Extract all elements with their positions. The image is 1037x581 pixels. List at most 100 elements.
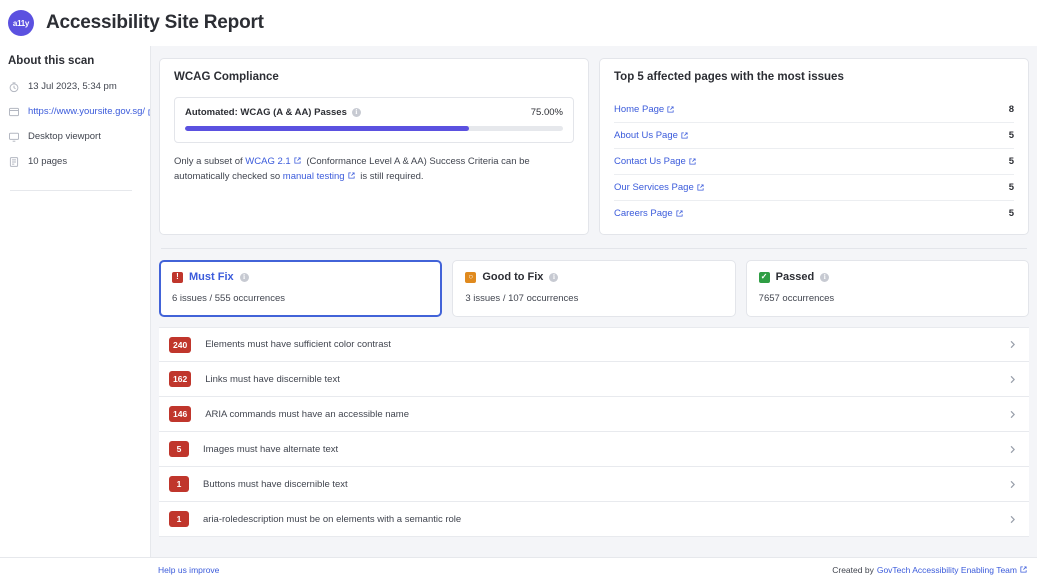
scan-item-date: 13 Jul 2023, 5:34 pm — [8, 81, 140, 93]
issue-row[interactable]: 146 ARIA commands must have an accessible… — [159, 397, 1029, 432]
issue-row[interactable]: 1 Buttons must have discernible text — [159, 467, 1029, 502]
summary-cards-row: WCAG Compliance Automated: WCAG (A & AA)… — [159, 58, 1029, 235]
tab-label: Passed — [775, 271, 815, 283]
wcag-note: Only a subset of WCAG 2.1 (Conformance L… — [174, 154, 574, 184]
scan-item-url[interactable]: https://www.yoursite.gov.sg/ — [8, 106, 155, 118]
logo-text: a11y — [12, 18, 30, 28]
external-link-icon — [676, 210, 683, 217]
app-footer: Help us improve Created by GovTech Acces… — [0, 557, 1037, 581]
chevron-right-icon[interactable] — [1008, 340, 1017, 349]
table-row: Our Services Page 5 — [614, 175, 1014, 201]
wcag-progress-track — [185, 126, 563, 131]
page-link-label: Careers Page — [614, 208, 673, 219]
page-issue-count: 5 — [1008, 130, 1014, 141]
top-pages-card-title: Top 5 affected pages with the most issue… — [614, 71, 844, 83]
issues-list: 240 Elements must have sufficient color c… — [159, 327, 1029, 537]
page-link-label: Home Page — [614, 104, 665, 115]
scan-date-value: 13 Jul 2023, 5:34 pm — [28, 81, 117, 92]
table-row: About Us Page 5 — [614, 123, 1014, 149]
chevron-right-icon[interactable] — [1008, 445, 1017, 454]
page-link[interactable]: About Us Page — [614, 130, 688, 141]
pages-icon — [8, 156, 20, 168]
info-icon[interactable]: i — [549, 272, 559, 282]
scan-item-viewport: Desktop viewport — [8, 131, 140, 143]
tab-summary: 3 issues / 107 occurrences — [465, 293, 579, 304]
sidebar: About this scan 13 Jul 2023, 5:34 pm htt… — [0, 46, 155, 557]
wcag-note-part3: is still required. — [357, 171, 424, 182]
tab-header: ! Must Fix i — [172, 271, 429, 283]
a11y-logo-icon: a11y — [8, 10, 34, 36]
issue-count-badge: 1 — [169, 511, 189, 527]
scan-pages-value: 10 pages — [28, 156, 68, 167]
issue-count-badge: 162 — [169, 371, 192, 387]
issue-label: ARIA commands must have an accessible na… — [205, 408, 410, 420]
issue-count-badge: 240 — [169, 336, 192, 353]
info-icon[interactable]: i — [351, 108, 361, 117]
page-link[interactable]: Careers Page — [614, 208, 683, 219]
check-square-icon: ✓ — [758, 271, 770, 283]
footer-right: Created by GovTech Accessibility Enablin… — [832, 565, 1027, 575]
external-link-icon — [348, 172, 355, 179]
issue-count-badge: 5 — [169, 441, 189, 457]
wcag-metric-value: 75.00% — [530, 107, 563, 118]
issue-row[interactable]: 1 aria-roledescription must be on element… — [159, 502, 1029, 537]
wcag-progress-box: Automated: WCAG (A & AA) Passes i 75.00% — [174, 97, 574, 143]
page-link[interactable]: Home Page — [614, 104, 674, 115]
scan-viewport-value: Desktop viewport — [28, 131, 101, 142]
page-issue-count: 5 — [1008, 208, 1014, 219]
footer-credit-prefix: Created by — [832, 564, 874, 575]
tab-good-to-fix[interactable]: ○ Good to Fix i 3 issues / 107 occurrences — [452, 260, 736, 317]
external-link-icon — [667, 106, 674, 113]
wcag-21-link[interactable]: WCAG 2.1 — [245, 156, 290, 167]
footer-left: Help us improve — [158, 565, 219, 575]
tab-label: Must Fix — [189, 271, 234, 283]
issue-row[interactable]: 162 Links must have discernible text — [159, 362, 1029, 397]
table-row: Careers Page 5 — [614, 201, 1014, 226]
chevron-right-icon[interactable] — [1008, 480, 1017, 489]
tab-header: ✓ Passed i — [758, 271, 1016, 283]
wcag-note-part1: Only a subset of — [174, 156, 246, 167]
issue-row[interactable]: 240 Elements must have sufficient color c… — [159, 327, 1029, 362]
page-link[interactable]: Contact Us Page — [614, 156, 696, 167]
page-link-label: About Us Page — [614, 130, 678, 141]
chevron-right-icon[interactable] — [1008, 515, 1017, 524]
chevron-right-icon[interactable] — [1008, 375, 1017, 384]
issue-label: Images must have alternate text — [203, 443, 339, 455]
sidebar-divider — [10, 190, 132, 191]
issue-label: Buttons must have discernible text — [203, 478, 348, 490]
body-wrapper: About this scan 13 Jul 2023, 5:34 pm htt… — [0, 46, 1037, 557]
page-title: Accessibility Site Report — [46, 12, 264, 33]
help-us-improve-link[interactable]: Help us improve — [158, 565, 219, 575]
manual-testing-link[interactable]: manual testing — [283, 171, 345, 182]
issue-count-badge: 1 — [169, 476, 189, 492]
page-issue-count: 5 — [1008, 182, 1014, 193]
top-affected-pages-card: Top 5 affected pages with the most issue… — [599, 58, 1029, 235]
wcag-metric-label-wrap: Automated: WCAG (A & AA) Passes i — [185, 107, 361, 118]
warning-square-icon: ○ — [465, 271, 477, 283]
table-row: Contact Us Page 5 — [614, 149, 1014, 175]
govtech-team-link[interactable]: GovTech Accessibility Enabling Team — [877, 565, 1017, 575]
external-link-icon — [697, 184, 704, 191]
tab-must-fix[interactable]: ! Must Fix i 6 issues / 555 occurrences — [159, 260, 443, 317]
issue-count-badge: 146 — [169, 406, 192, 422]
desktop-monitor-icon — [8, 131, 20, 143]
external-link-icon — [689, 158, 696, 165]
wcag-progress-fill — [185, 126, 469, 131]
scan-url-link[interactable]: https://www.yoursite.gov.sg/ — [28, 106, 145, 118]
page-link-label: Contact Us Page — [614, 156, 686, 167]
tab-summary: 6 issues / 555 occurrences — [172, 293, 286, 304]
top-pages-list: Home Page 8 About Us Page 5 Contact Us Page 5… — [614, 97, 1014, 226]
tab-passed[interactable]: ✓ Passed i 7657 occurrences — [745, 260, 1029, 317]
chevron-right-icon[interactable] — [1008, 410, 1017, 419]
tab-label: Good to Fix — [482, 271, 544, 283]
wcag-progress-header: Automated: WCAG (A & AA) Passes i 75.00% — [185, 107, 563, 118]
info-icon[interactable]: i — [239, 272, 249, 282]
external-link-icon — [681, 132, 688, 139]
main-content: WCAG Compliance Automated: WCAG (A & AA)… — [150, 46, 1037, 557]
issue-row[interactable]: 5 Images must have alternate text — [159, 432, 1029, 467]
info-icon[interactable]: i — [820, 272, 830, 282]
issue-label: aria-roledescription must be on elements… — [203, 513, 462, 525]
scan-item-pages: 10 pages — [8, 156, 140, 168]
page-link[interactable]: Our Services Page — [614, 182, 704, 193]
exclamation-square-icon: ! — [172, 271, 183, 283]
